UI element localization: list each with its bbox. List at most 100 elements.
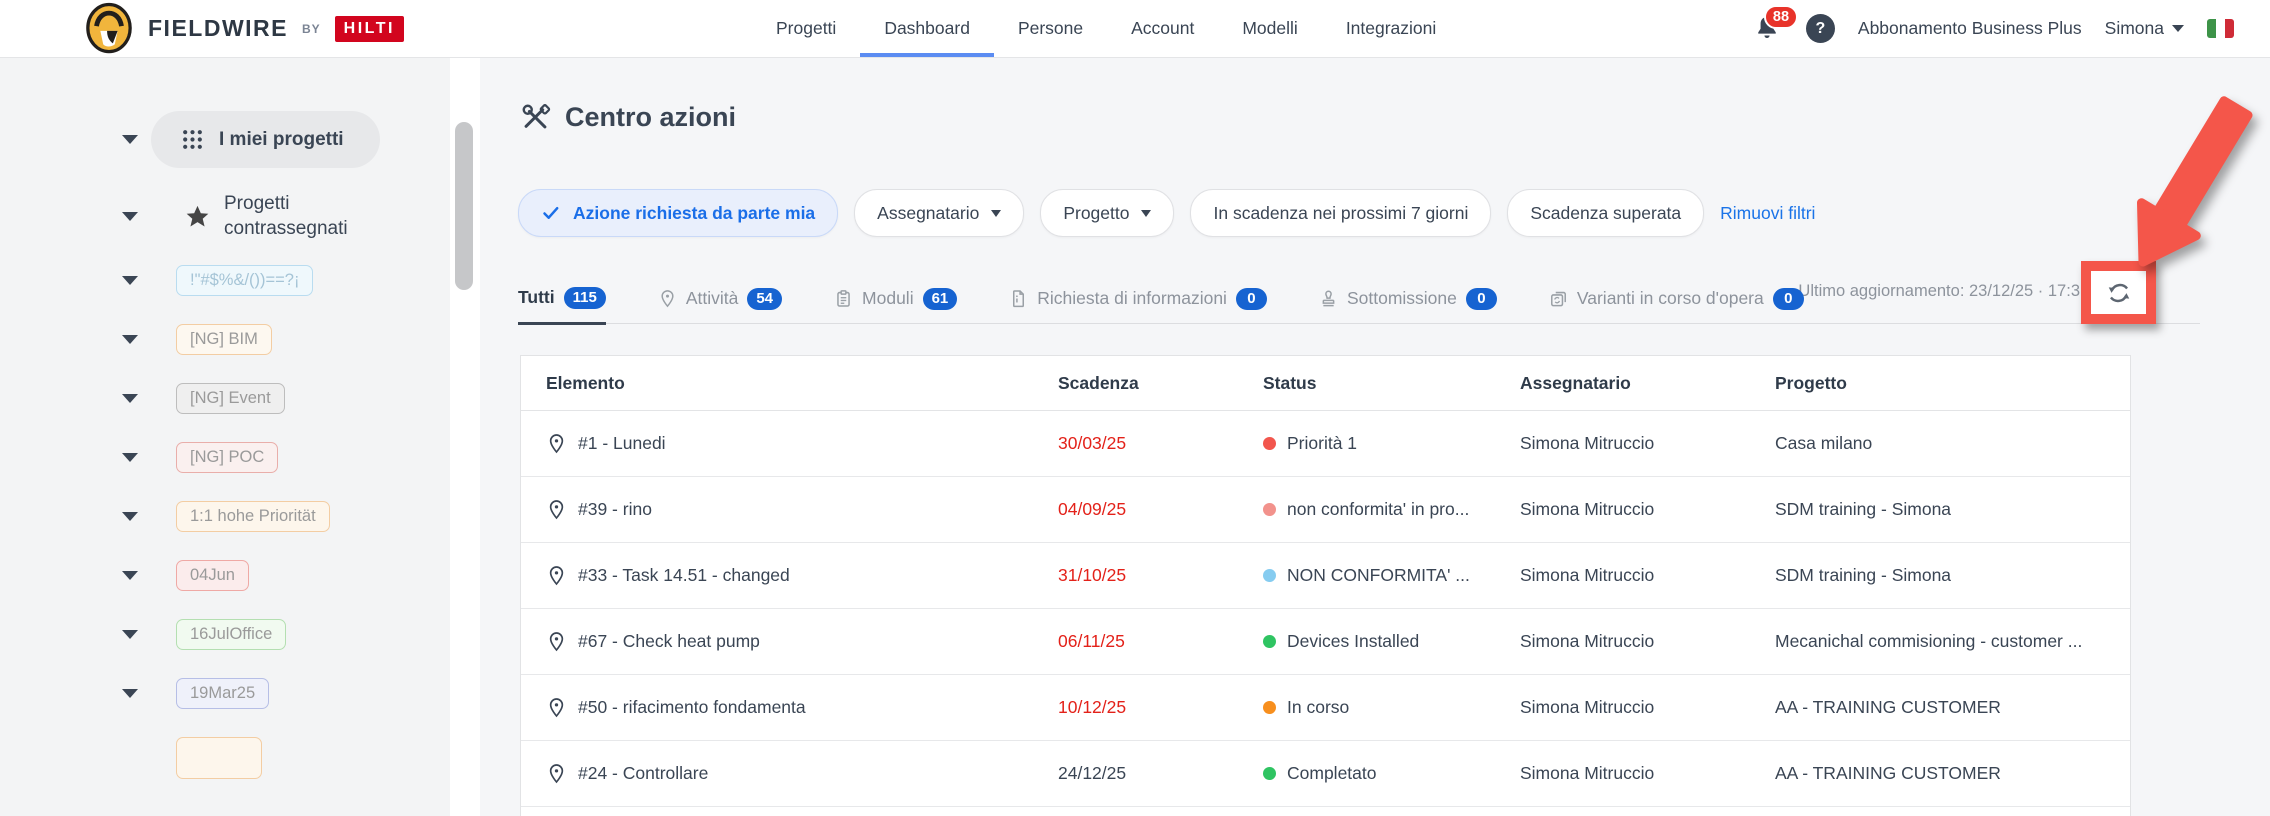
element-label: #24 - Controllare (578, 763, 708, 784)
table-row[interactable]: #33 - Task 14.51 - changed31/10/25NON CO… (521, 543, 2130, 609)
fieldwire-logo[interactable]: FIELDWIRE BY HILTI (84, 0, 404, 57)
element-cell[interactable]: #39 - rino (521, 499, 1058, 520)
sidebar-row-my-projects: I miei progetti (0, 111, 450, 168)
remove-filters-link[interactable]: Rimuovi filtri (1720, 203, 1815, 224)
tab-count-badge: 61 (923, 288, 958, 311)
chevron-down-icon[interactable] (122, 453, 138, 463)
filter-chip[interactable]: In scadenza nei prossimi 7 giorni (1190, 189, 1491, 237)
nav-item-progetti[interactable]: Progetti (752, 0, 860, 57)
subscription-label[interactable]: Abbonamento Business Plus (1858, 18, 2082, 39)
table-row[interactable]: #50 - rifacimento fondamenta 10/12/25In c… (521, 675, 2130, 741)
element-cell[interactable]: #50 - rifacimento fondamenta (521, 697, 1058, 718)
chevron-down-icon[interactable] (122, 630, 138, 640)
due-date-cell: 30/03/25 (1058, 433, 1263, 454)
map-pin-icon (546, 565, 567, 586)
nav-item-account[interactable]: Account (1107, 0, 1218, 57)
help-button[interactable]: ? (1806, 14, 1835, 43)
project-tag[interactable]: 04Jun (176, 560, 249, 591)
assignee-cell: Simona Mitruccio (1520, 697, 1775, 718)
element-cell[interactable]: #67 - Check heat pump (521, 631, 1058, 652)
filter-chip-label: Azione richiesta da parte mia (573, 203, 815, 224)
sidebar-row-project-tag (0, 737, 450, 779)
project-tag[interactable]: 19Mar25 (176, 678, 269, 709)
nav-item-dashboard[interactable]: Dashboard (860, 0, 994, 57)
filter-chip[interactable]: Azione richiesta da parte mia (518, 189, 838, 237)
tab-moduli[interactable]: Moduli61 (834, 288, 957, 324)
table-row[interactable]: #1 - Lunedi30/03/25Priorità 1Simona Mitr… (521, 411, 2130, 477)
chevron-down-icon[interactable] (122, 512, 138, 522)
due-date-cell: 04/09/25 (1058, 499, 1263, 520)
project-tag[interactable]: 1:1 hohe Priorität (176, 501, 330, 532)
chevron-down-icon[interactable] (122, 276, 138, 286)
italian-flag-icon[interactable] (2207, 19, 2234, 38)
chevron-down-icon[interactable] (122, 212, 138, 222)
column-header-elemento: Elemento (521, 373, 1058, 394)
tab-count-badge: 0 (1466, 288, 1497, 311)
filter-chip[interactable]: Progetto (1040, 189, 1174, 237)
table-row[interactable]: #39 - rino04/09/25non conformita' in pro… (521, 477, 2130, 543)
element-cell[interactable]: #33 - Task 14.51 - changed (521, 565, 1058, 586)
page-title: Centro azioni (520, 102, 736, 133)
project-tag[interactable] (176, 737, 262, 779)
chevron-down-icon[interactable] (122, 394, 138, 404)
project-tag[interactable]: [NG] Event (176, 383, 285, 414)
nav-item-integrazioni[interactable]: Integrazioni (1322, 0, 1460, 57)
last-update-label: Ultimo aggiornamento: 23/12/25 · 17:3 (1798, 282, 2080, 301)
brand-name: FIELDWIRE (148, 15, 288, 42)
column-header-scadenza: Scadenza (1058, 373, 1263, 394)
status-cell: Devices Installed (1263, 631, 1520, 652)
notifications-button[interactable]: 88 (1753, 14, 1783, 44)
project-tag[interactable]: !"#$%&/())==?¡ (176, 265, 313, 296)
status-label: Devices Installed (1287, 631, 1419, 652)
tab-attivit-[interactable]: Attività54 (658, 288, 782, 324)
element-label: #39 - rino (578, 499, 652, 520)
tab-varianti-in-corso-d-opera[interactable]: Varianti in corso d'opera0 (1549, 288, 1804, 324)
sidebar-row-starred-projects[interactable]: Progetti contrassegnati (0, 192, 450, 241)
table-row[interactable]: #67 - Check heat pump06/11/25Devices Ins… (521, 609, 2130, 675)
sidebar-scrollbar-thumb[interactable] (455, 122, 473, 290)
tab-tutti[interactable]: Tutti115 (518, 287, 606, 326)
nav-item-persone[interactable]: Persone (994, 0, 1107, 57)
project-tag[interactable]: [NG] BIM (176, 324, 272, 355)
filter-chip[interactable]: Assegnatario (854, 189, 1024, 237)
sidebar-item-my-projects[interactable]: I miei progetti (151, 111, 380, 168)
sidebar-row-project-tag: 1:1 hohe Priorität (0, 501, 450, 532)
chevron-down-icon (991, 210, 1001, 217)
question-mark-icon: ? (1816, 20, 1826, 38)
project-cell: AA - TRAINING CUSTOMER (1775, 697, 2132, 718)
project-cell: Casa milano (1775, 433, 2132, 454)
status-dot-icon (1263, 767, 1276, 780)
action-items-table: ElementoScadenzaStatusAssegnatarioProget… (520, 355, 2131, 816)
nav-item-modelli[interactable]: Modelli (1218, 0, 1321, 57)
project-tag[interactable]: 16JulOffice (176, 619, 286, 650)
due-date-cell: 10/12/25 (1058, 697, 1263, 718)
filter-chip[interactable]: Scadenza superata (1507, 189, 1704, 237)
element-cell[interactable]: #1 - Lunedi (521, 433, 1058, 454)
project-tag[interactable]: [NG] POC (176, 442, 278, 473)
chevron-down-icon[interactable] (122, 689, 138, 699)
map-pin-icon (546, 631, 567, 652)
notification-count-badge: 88 (1764, 5, 1798, 29)
user-menu[interactable]: Simona (2105, 18, 2184, 39)
projects-sidebar: I miei progetti Progetti contrassegnati !"… (0, 58, 450, 816)
chevron-down-icon[interactable] (122, 571, 138, 581)
refresh-button[interactable] (2105, 279, 2133, 307)
element-cell[interactable]: #24 - Controllare (521, 763, 1058, 784)
tab-richiesta-di-informazioni[interactable]: Richiesta di informazioni0 (1009, 288, 1267, 324)
table-row[interactable]: #24 - Controllare24/12/25CompletatoSimon… (521, 741, 2130, 807)
sidebar-row-project-tag: [NG] BIM (0, 324, 450, 355)
chevron-down-icon[interactable] (122, 135, 138, 145)
element-label: #1 - Lunedi (578, 433, 666, 454)
assignee-cell: Simona Mitruccio (1520, 565, 1775, 586)
status-cell: In corso (1263, 697, 1520, 718)
sidebar-row-project-tag: [NG] Event (0, 383, 450, 414)
tab-sottomissione[interactable]: Sottomissione0 (1319, 288, 1497, 324)
action-center-main: Centro azioni Azione richiesta da parte … (480, 58, 2270, 816)
annotation-arrow (2088, 94, 2258, 279)
project-cell: SDM training - Simona (1775, 565, 2132, 586)
chevron-down-icon[interactable] (122, 335, 138, 345)
element-label: #50 - rifacimento fondamenta (578, 697, 806, 718)
page-title-text: Centro azioni (565, 102, 736, 133)
tab-count-badge: 115 (564, 287, 606, 310)
map-pin-icon (658, 289, 677, 308)
